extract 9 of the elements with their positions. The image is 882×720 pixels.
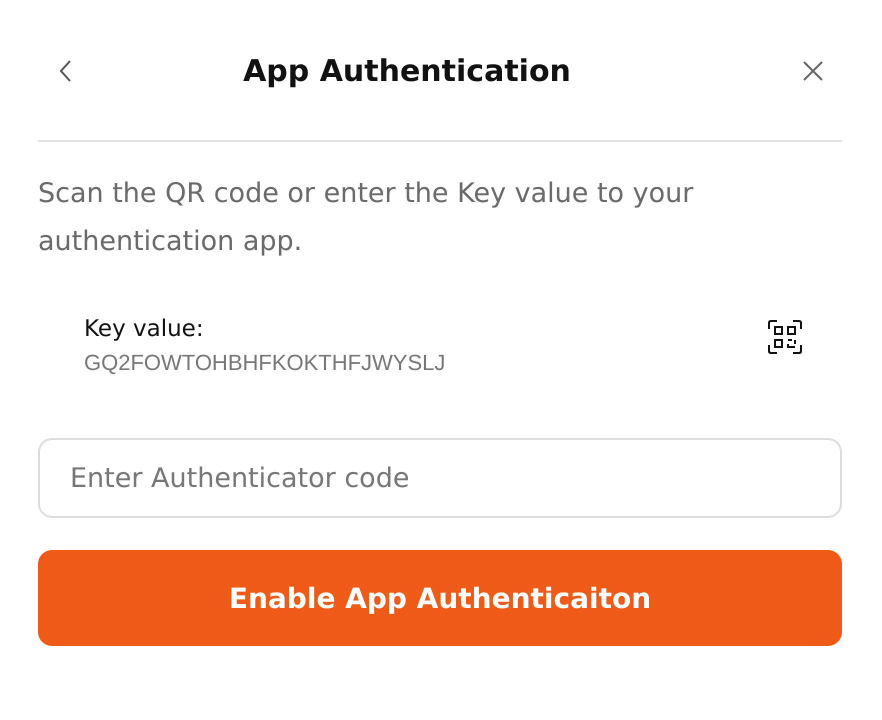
window-title: App Authentication <box>243 54 571 88</box>
qr-code-icon[interactable] <box>768 320 802 354</box>
key-label: Key value: <box>84 316 205 342</box>
enable-button[interactable]: Enable App Authenticaiton <box>38 550 842 646</box>
close-icon[interactable] <box>802 60 824 82</box>
description-text: Scan the QR code or enter the Key value to your authentication app. <box>38 177 694 259</box>
back-icon[interactable] <box>58 59 72 83</box>
key-value: GQ2FOWTOHBHFKOKTHFJWYSLJ <box>84 350 446 376</box>
authenticator-code-field[interactable]: Enter Authenticator code <box>38 438 842 518</box>
